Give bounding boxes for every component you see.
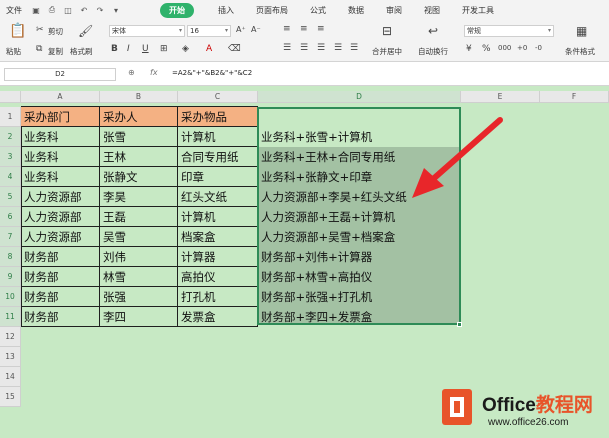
red-arrow-shaft [429, 117, 503, 183]
office-logo-icon [442, 389, 472, 425]
brand-cn: 教程网 [535, 395, 593, 416]
brand-office: Office [482, 395, 536, 416]
watermark-url: www.office26.com [488, 417, 569, 428]
watermark: Office教程网 www.office26.com [432, 376, 609, 438]
annotation-layer [412, 117, 503, 198]
spreadsheet-window: 文件 ▣ ⎙ ◫ ↶ ↷ ▾ 开始 插入 页面布局 公式 数据 审阅 视图 开发… [0, 0, 609, 438]
watermark-brand: Office教程网 [482, 390, 593, 417]
